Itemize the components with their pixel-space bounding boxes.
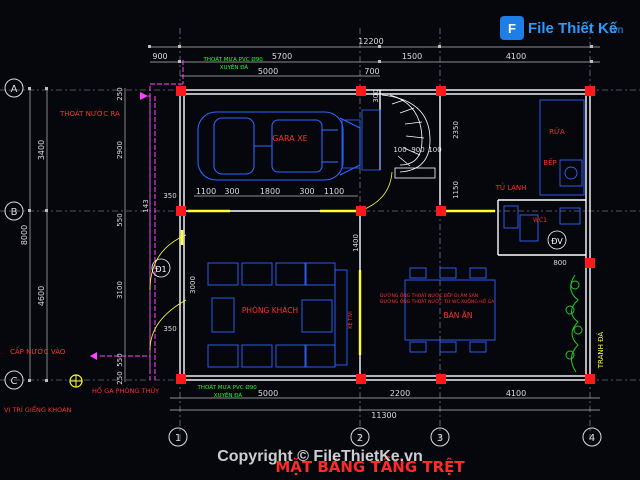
svg-text:C: C	[11, 376, 18, 387]
dim-left-inner-1: 250	[116, 87, 124, 100]
dim-top-seg-4: 4100	[506, 52, 526, 61]
living-room-furniture	[207, 262, 348, 368]
label-tv-shelf: KỆ TIVI	[346, 311, 354, 328]
svg-text:F: F	[508, 21, 516, 36]
note-downpipe-bottom-line-1: THOÁT MƯA PVC Ø90	[197, 384, 258, 391]
room-label-garage: GARA XE	[272, 134, 307, 143]
dim-top-seg-3: 1500	[402, 52, 422, 61]
dim-top-seg-1: 900	[152, 52, 167, 61]
dining-table	[404, 267, 496, 353]
dim-bottom-seg-2: 2200	[390, 389, 410, 398]
dim-garage-2: 300	[224, 187, 239, 196]
note-downpipe-bottom-line-2: XUYÊN ĐÀ	[214, 391, 243, 399]
note-downpipe-top-line-2: XUYÊN ĐÀ	[220, 63, 249, 71]
note-well: VỊ TRÍ GIẾNG KHOAN	[4, 404, 72, 414]
dim-left-total: 8000	[20, 225, 29, 245]
dim-top-seg-2: 5700	[272, 52, 292, 61]
svg-text:3: 3	[437, 433, 443, 444]
dim-stair-2: 900	[411, 146, 424, 154]
dim-small-1: 350	[163, 192, 176, 200]
well-symbol	[69, 374, 83, 388]
dim-top-inner-2: 700	[364, 67, 379, 76]
svg-text:Đ1: Đ1	[155, 265, 166, 274]
door-swings	[149, 171, 393, 351]
note-downpipe-bottom: THOÁT MƯA PVC Ø90 XUYÊN ĐÀ	[197, 384, 259, 399]
label-stone-wall: TRANH ĐÁ	[596, 332, 605, 370]
dim-misc-143: 143	[142, 199, 150, 212]
door-openings	[180, 209, 495, 355]
dim-top-inner-1: 5000	[258, 67, 278, 76]
dim-left-inner-5: 550	[116, 353, 124, 366]
dim-small-2: 350	[163, 325, 176, 333]
dim-living-2: 3000	[189, 276, 197, 294]
note-downpipe-top-line-1: THOÁT MƯA PVC Ø90	[203, 56, 264, 63]
axis-bubble-a: A	[4, 78, 24, 98]
note-hole: HỐ GA PHÒNG THỦY	[92, 385, 159, 395]
dim-garage-1: 1100	[196, 187, 216, 196]
motorbike-symbols	[341, 109, 381, 171]
pipe-arrow-out	[140, 92, 148, 100]
room-label-wc: WC1	[533, 217, 547, 224]
dim-stair-1: 100	[393, 146, 406, 154]
staircase	[381, 94, 436, 179]
dim-left-seg-2: 4600	[37, 286, 46, 306]
room-label-sink: RỬA	[549, 127, 565, 136]
axis-bubble-1: 1	[168, 427, 188, 447]
room-label-dining: BÀN ĂN	[443, 311, 472, 320]
dim-wc-width: 800	[553, 259, 566, 267]
pipe-arrow-in	[90, 352, 97, 360]
room-label-living: PHÒNG KHÁCH	[242, 306, 298, 315]
room-label-stove: BẾP	[543, 157, 556, 167]
svg-text:A: A	[11, 84, 18, 95]
axis-bubble-4: 4	[582, 427, 602, 447]
svg-text:2: 2	[357, 433, 363, 444]
dim-left-seg-1: 3400	[37, 140, 46, 160]
car-symbol	[197, 111, 361, 181]
note-downpipe-top: THOÁT MƯA PVC Ø90 XUYÊN ĐÀ	[203, 56, 265, 71]
floor-plan-drawing: A B C 1 2 3 4 12200 900 5700 1500 4100 5…	[0, 16, 640, 476]
dim-left-inner-6: 250	[116, 371, 124, 384]
watermark-logo: F File Thiết Kế .vn	[500, 16, 623, 40]
dim-garage-4: 300	[299, 187, 314, 196]
dim-stair-4: 2350	[452, 121, 460, 139]
svg-text:1: 1	[175, 433, 181, 444]
dim-stair-5: 1150	[452, 181, 460, 199]
plant-decoration	[565, 274, 583, 373]
dim-garage-5: 1100	[324, 187, 344, 196]
dim-bottom-seg-3: 4100	[506, 389, 526, 398]
dim-bottom-seg-1: 5000	[258, 389, 278, 398]
dimension-ticks	[28, 45, 593, 382]
dim-bottom-total: 11300	[371, 411, 396, 420]
note-pipe-route: ĐƯỜNG ỐNG THOÁT NƯỚC BẾP ĐI ÂM SÀN ĐƯỜNG…	[380, 291, 495, 305]
watermark-copyright: Copyright © FileThietKe.vn	[217, 448, 423, 465]
cad-drawing-canvas: A B C 1 2 3 4 12200 900 5700 1500 4100 5…	[0, 0, 640, 480]
note-water-in: CẤP NƯỚC VÀO	[10, 346, 66, 356]
room-label-fridge: TỦ LẠNH	[495, 182, 527, 192]
dim-left-inner-3: 550	[116, 213, 124, 226]
svg-text:ĐV: ĐV	[551, 237, 563, 246]
dim-stair-6: 300	[372, 89, 380, 102]
columns	[176, 86, 595, 384]
watermark-domain: .vn	[610, 25, 623, 36]
axis-bubble-b: B	[4, 201, 24, 221]
svg-text:4: 4	[589, 433, 595, 444]
symbol-d1: Đ1	[151, 258, 171, 278]
dim-left-inner-4: 3100	[116, 281, 124, 299]
svg-text:B: B	[11, 207, 18, 218]
symbol-dv: ĐV	[547, 230, 567, 250]
dim-left-inner-2: 2900	[116, 141, 124, 159]
axis-bubble-c: C	[4, 370, 24, 390]
dim-living-1: 1400	[352, 234, 360, 252]
watermark-brand: File Thiết Kế	[528, 20, 618, 37]
note-pipe-route-line-1: ĐƯỜNG ỐNG THOÁT NƯỚC BẾP ĐI ÂM SÀN	[380, 291, 478, 299]
walls	[179, 89, 591, 381]
dim-top-total: 12200	[358, 37, 383, 46]
dim-garage-3: 1800	[260, 187, 280, 196]
note-drain-out: THOÁT NƯỚC RA	[59, 109, 120, 118]
